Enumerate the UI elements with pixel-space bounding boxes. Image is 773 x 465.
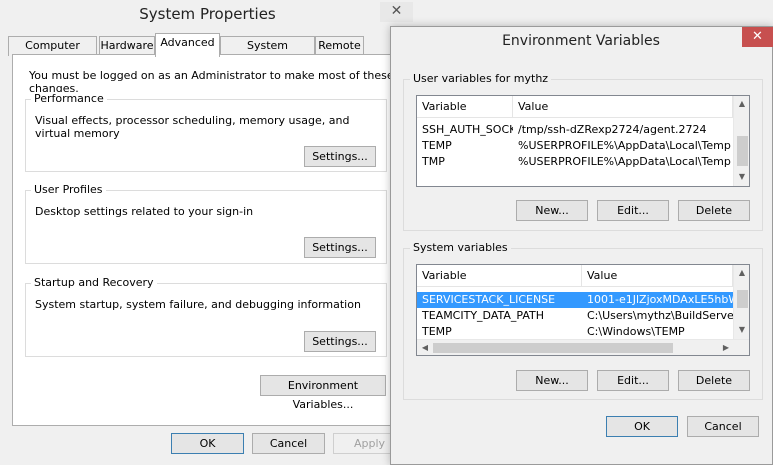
scroll-left-icon[interactable]: ◀ (419, 343, 431, 352)
performance-settings-button[interactable]: Settings... (304, 146, 376, 167)
column-header-value[interactable]: Value (582, 265, 733, 287)
variable-cell: TEMP (422, 139, 452, 152)
scroll-down-icon[interactable]: ▼ (734, 172, 749, 181)
value-cell: %USERPROFILE%\AppData\Local\Temp (518, 155, 731, 168)
system-delete-button[interactable]: Delete (678, 370, 750, 391)
performance-group: Performance Visual effects, processor sc… (25, 92, 387, 172)
variable-cell: SERVICESTACK_LICENSE (422, 293, 556, 306)
user-profiles-group: User Profiles Desktop settings related t… (25, 183, 387, 264)
value-cell: /tmp/ssh-dZRexp2724/agent.2724 (518, 123, 707, 136)
variable-cell: SSH_AUTH_SOCK (422, 123, 513, 136)
user-variables-label: User variables for mythz (410, 72, 552, 85)
scroll-up-icon[interactable]: ▲ (734, 99, 749, 108)
horizontal-scrollbar[interactable]: ◀ ▶ (417, 339, 749, 355)
value-cell: %USERPROFILE%\AppData\Local\Temp (518, 139, 731, 152)
user-edit-button[interactable]: Edit... (597, 200, 669, 221)
table-row[interactable]: SSH_AUTH_SOCK /tmp/ssh-dZRexp2724/agent.… (417, 122, 733, 138)
user-variables-list[interactable]: Variable Value SSH_AUTH_SOCK /tmp/ssh-dZ… (416, 95, 750, 187)
system-edit-button[interactable]: Edit... (597, 370, 669, 391)
system-variables-label: System variables (410, 241, 511, 254)
value-cell: 1001-e1JlZjoxMDAxLE5hbWU (587, 293, 733, 306)
scrollbar-thumb[interactable] (737, 290, 748, 308)
system-properties-titlebar[interactable]: System Properties ✕ (0, 0, 415, 30)
dialog-title: Environment Variables (502, 33, 660, 49)
scroll-up-icon[interactable]: ▲ (734, 268, 749, 277)
vertical-scrollbar[interactable]: ▲ ▼ (733, 96, 749, 186)
tab-remote[interactable]: Remote (315, 36, 364, 56)
user-profiles-settings-button[interactable]: Settings... (304, 237, 376, 258)
variable-cell: TEMP (422, 325, 452, 338)
system-properties-window: System Properties ✕ Computer Name Hardwa… (0, 0, 415, 465)
advanced-tab-panel: You must be logged on as an Administrato… (12, 54, 404, 426)
scroll-right-icon[interactable]: ▶ (720, 343, 732, 352)
value-cell: C:\Windows\TEMP (587, 325, 685, 338)
scroll-down-icon[interactable]: ▼ (734, 325, 749, 334)
performance-label: Performance (31, 92, 107, 105)
column-header-value[interactable]: Value (513, 96, 733, 118)
environment-variables-button[interactable]: Environment Variables... (260, 375, 386, 411)
user-profiles-label: User Profiles (31, 183, 106, 196)
list-header: Variable Value (417, 96, 733, 118)
list-header: Variable Value (417, 265, 733, 287)
vertical-scrollbar[interactable]: ▲ ▼ (733, 265, 749, 339)
table-row[interactable]: TEMP C:\Windows\TEMP (417, 324, 733, 340)
user-new-button[interactable]: New... (516, 200, 588, 221)
startup-recovery-settings-button[interactable]: Settings... (304, 331, 376, 352)
window-title: System Properties (139, 5, 276, 23)
system-properties-cancel-button[interactable]: Cancel (252, 433, 325, 454)
table-row[interactable]: TEMP %USERPROFILE%\AppData\Local\Temp (417, 138, 733, 154)
tab-advanced[interactable]: Advanced (155, 33, 220, 57)
environment-variables-cancel-button[interactable]: Cancel (687, 416, 759, 437)
close-icon[interactable]: ✕ (742, 27, 773, 47)
startup-recovery-description: System startup, system failure, and debu… (35, 298, 361, 311)
scrollbar-thumb[interactable] (737, 136, 748, 166)
close-icon[interactable]: ✕ (380, 2, 413, 22)
system-variables-list[interactable]: Variable Value SERVICESTACK_LICENSE 1001… (416, 264, 750, 356)
table-row[interactable]: TMP %USERPROFILE%\AppData\Local\Temp (417, 154, 733, 170)
value-cell: C:\Users\mythz\BuildServer (587, 309, 733, 322)
table-row[interactable]: TEAMCITY_DATA_PATH C:\Users\mythz\BuildS… (417, 308, 733, 324)
tab-system-protection[interactable]: System Protection (220, 36, 315, 70)
column-header-variable[interactable]: Variable (417, 265, 582, 287)
column-header-variable[interactable]: Variable (417, 96, 513, 118)
startup-recovery-group: Startup and Recovery System startup, sys… (25, 276, 387, 357)
environment-variables-ok-button[interactable]: OK (606, 416, 678, 437)
scrollbar-thumb[interactable] (433, 343, 673, 353)
environment-variables-dialog: Environment Variables ✕ User variables f… (390, 26, 773, 465)
startup-recovery-label: Startup and Recovery (31, 276, 157, 289)
system-new-button[interactable]: New... (516, 370, 588, 391)
variable-cell: TEAMCITY_DATA_PATH (422, 309, 544, 322)
system-properties-ok-button[interactable]: OK (171, 433, 244, 454)
user-profiles-description: Desktop settings related to your sign-in (35, 205, 254, 218)
variable-cell: TMP (422, 155, 445, 168)
performance-description: Visual effects, processor scheduling, me… (35, 114, 350, 140)
tab-hardware[interactable]: Hardware (99, 36, 155, 56)
user-delete-button[interactable]: Delete (678, 200, 750, 221)
user-variables-group: User variables for mythz Variable Value … (403, 72, 763, 231)
table-row[interactable]: SERVICESTACK_LICENSE 1001-e1JlZjoxMDAxLE… (417, 292, 733, 308)
tab-computer-name[interactable]: Computer Name (8, 36, 97, 70)
system-variables-group: System variables Variable Value SERVICES… (403, 241, 763, 400)
